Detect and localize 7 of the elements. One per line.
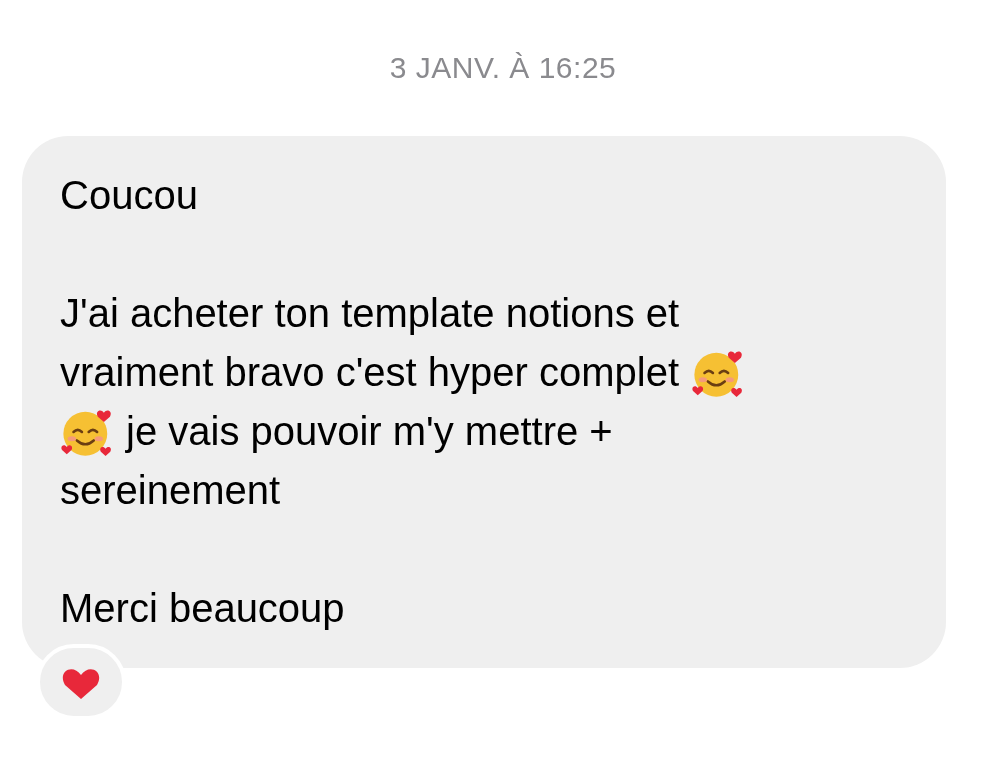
message-text: sereinement [60,467,281,514]
message-text: J'ai acheter ton template notions et [60,290,680,337]
message-text: vraiment bravo c'est hyper complet [60,349,679,396]
message-text: je vais pouvoir m'y mettre + [126,408,613,455]
message-text: Merci beaucoup [60,585,345,632]
message-text: Coucou [60,172,198,219]
timestamp: 3 JANV. À 16:25 [388,50,618,86]
